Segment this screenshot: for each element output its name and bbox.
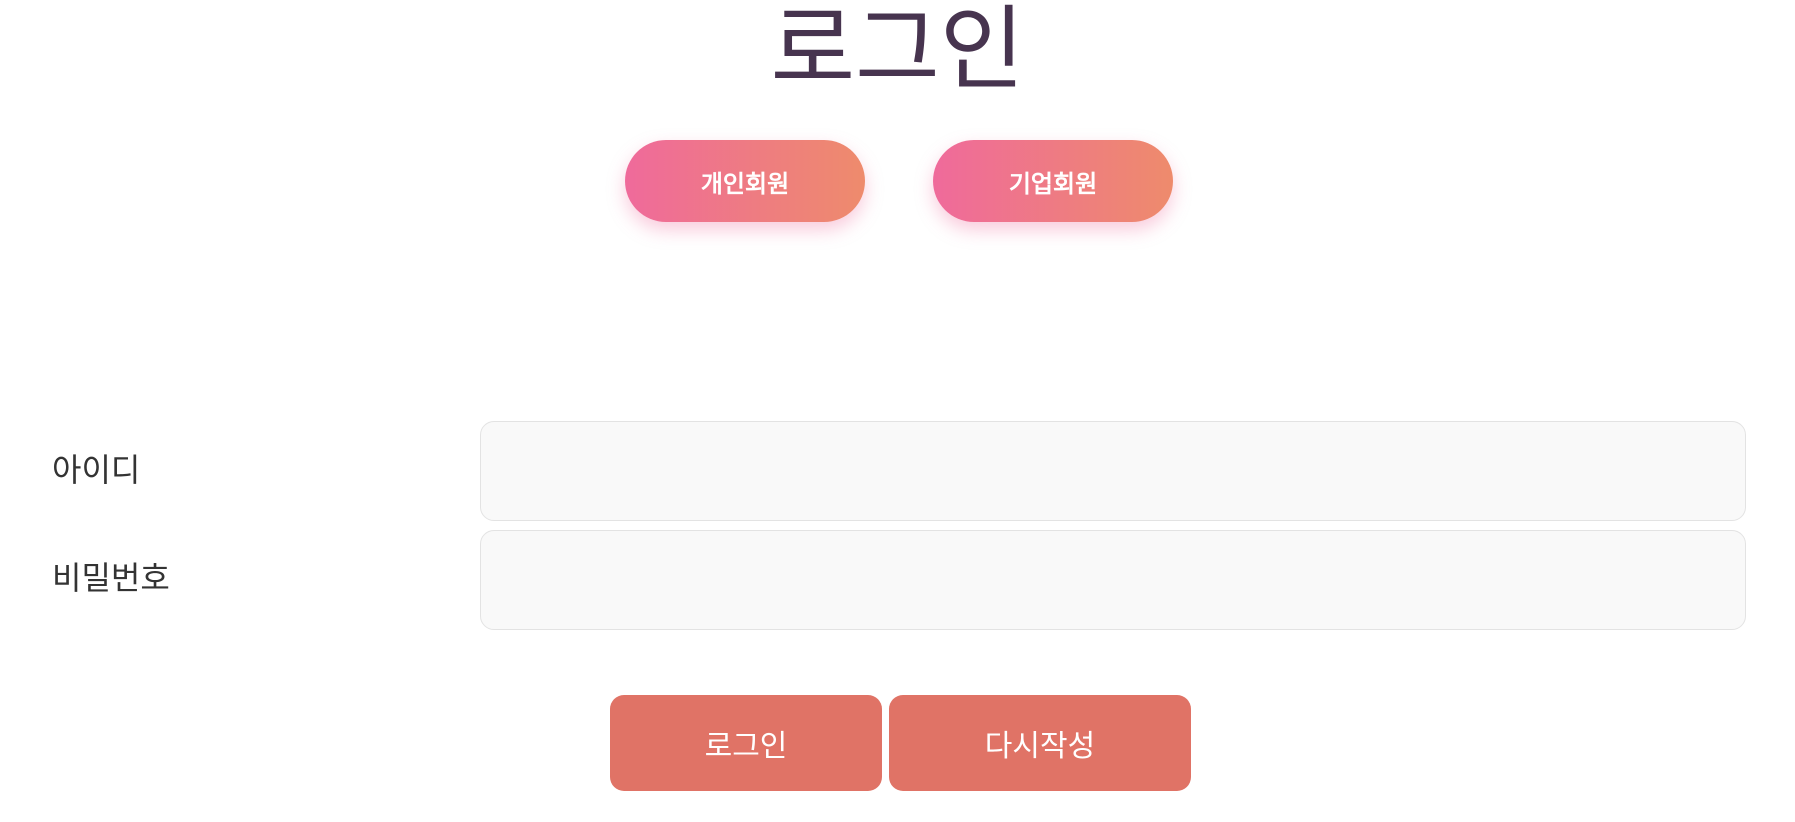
personal-member-button[interactable]: 개인회원: [625, 140, 865, 222]
id-label: 아이디: [52, 451, 141, 489]
page-title: 로그인: [770, 0, 1025, 103]
password-label: 비밀번호: [52, 559, 170, 597]
id-input[interactable]: [480, 421, 1746, 521]
company-member-button[interactable]: 기업회원: [933, 140, 1173, 222]
login-button[interactable]: 로그인: [610, 695, 882, 791]
login-page: 로그인 개인회원 기업회원 아이디 비밀번호 로그인 다시작성: [0, 0, 1795, 822]
reset-button[interactable]: 다시작성: [889, 695, 1191, 791]
password-input[interactable]: [480, 530, 1746, 630]
